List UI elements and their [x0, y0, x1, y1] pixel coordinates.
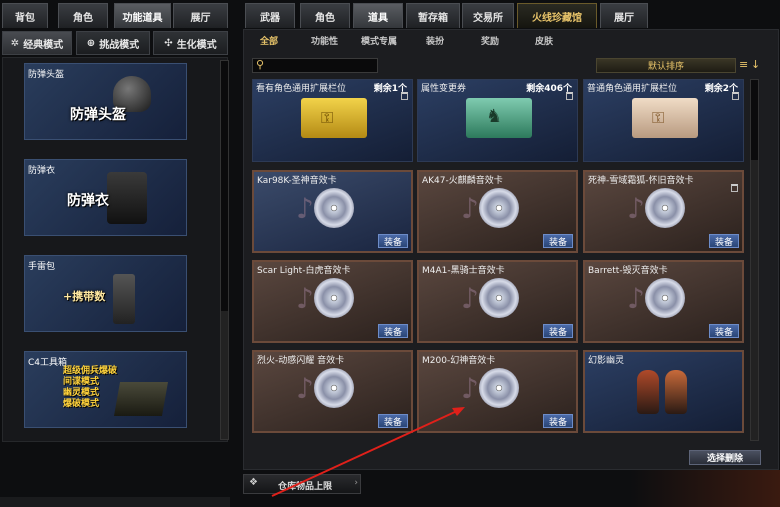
- annotation-arrow: [271, 407, 465, 497]
